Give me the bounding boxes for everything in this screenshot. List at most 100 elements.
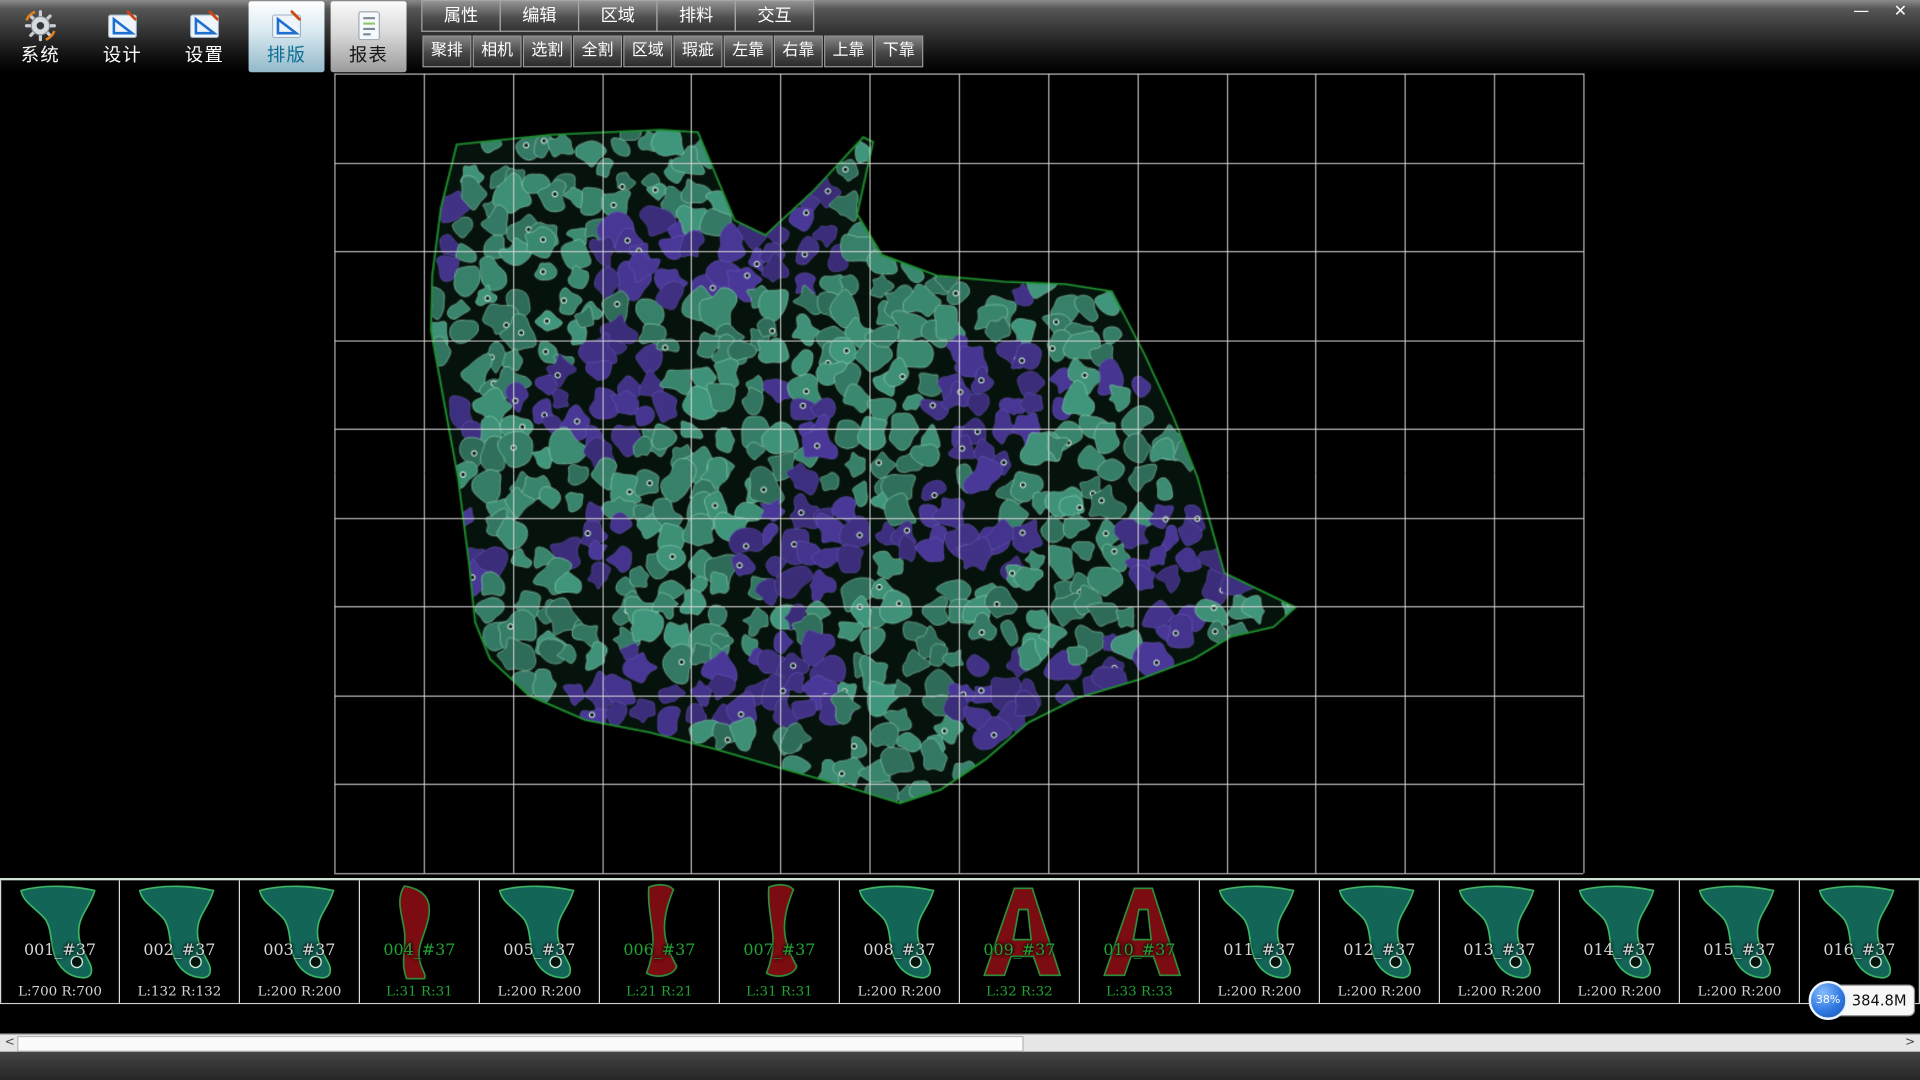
piece-counts: L:21 R:21	[600, 983, 719, 999]
thumbnail-cell[interactable]: 011_#37 L:200 R:200	[1200, 880, 1320, 1002]
piece-name: 006_#37	[600, 942, 719, 960]
thumbnail-cell[interactable]: 005_#37 L:200 R:200	[480, 880, 600, 1002]
thumbnail-cell[interactable]: 010_#37 L:33 R:33	[1080, 880, 1200, 1002]
menu-tab-排料[interactable]: 排料	[656, 0, 736, 32]
ribbon-button-报表[interactable]: 报表	[331, 1, 407, 72]
piece-name: 001_#37	[1, 942, 119, 960]
piece-counts: L:200 R:200	[240, 983, 359, 999]
ribbon-button-排版[interactable]: 排版	[249, 1, 325, 72]
tool-button-聚排[interactable]: 聚排	[422, 36, 471, 68]
piece-counts: L:200 R:200	[1560, 983, 1679, 999]
scrollbar-thumb[interactable]	[17, 1036, 1024, 1052]
piece-name: 010_#37	[1080, 942, 1199, 960]
tool-button-选割[interactable]: 选割	[523, 36, 572, 68]
tool-button-区域[interactable]: 区域	[623, 36, 672, 68]
design-ruler-icon	[105, 7, 139, 44]
thumbnail-cell[interactable]: 013_#37 L:200 R:200	[1440, 880, 1560, 1002]
gear-icon	[23, 7, 57, 44]
piece-thumbnail	[2, 882, 120, 987]
tool-button-左靠[interactable]: 左靠	[724, 36, 773, 68]
thumbnail-cell[interactable]: 012_#37 L:200 R:200	[1320, 880, 1440, 1002]
piece-counts: L:200 R:200	[840, 983, 959, 999]
thumbnail-cell[interactable]: 006_#37 L:21 R:21	[600, 880, 720, 1002]
thumbnail-strip: 001_#37 L:700 R:700 002_#37 L:132 R:132 …	[0, 878, 1920, 1004]
ribbon-button-设计[interactable]: 设计	[84, 1, 160, 72]
ribbon-button-label: 设计	[103, 44, 142, 66]
piece-name: 009_#37	[960, 942, 1079, 960]
piece-counts: L:200 R:200	[1680, 983, 1799, 999]
piece-name: 011_#37	[1200, 942, 1319, 960]
piece-thumbnail	[1321, 882, 1439, 987]
app-stage: 系统设计设置排版报表 属性编辑区域排料交互 聚排相机选割全割区域瑕疵左靠右靠上靠…	[0, 0, 1920, 1080]
piece-counts: L:200 R:200	[480, 983, 599, 999]
report-icon	[351, 7, 385, 44]
menu-tab-交互[interactable]: 交互	[735, 0, 815, 32]
piece-counts: L:200 R:200	[1320, 983, 1439, 999]
piece-name: 016_#37	[1800, 942, 1919, 960]
piece-name: 015_#37	[1680, 942, 1799, 960]
horizontal-scrollbar[interactable]: < >	[0, 1033, 1920, 1051]
thumbnail-cell[interactable]: 001_#37 L:700 R:700	[0, 880, 120, 1002]
thumbnail-cell[interactable]: 004_#37 L:31 R:31	[360, 880, 480, 1002]
scroll-right-arrow[interactable]: >	[1902, 1035, 1919, 1053]
progress-indicator: 38%	[1809, 981, 1848, 1020]
memory-value: 384.8M	[1852, 992, 1907, 1009]
ribbon-big-buttons: 系统 设计 设置 排版 报表	[2, 0, 406, 73]
ribbon-button-系统[interactable]: 系统	[2, 1, 78, 72]
thumbnail-cell[interactable]: 007_#37 L:31 R:31	[720, 880, 840, 1002]
piece-name: 012_#37	[1320, 942, 1439, 960]
tool-button-上靠[interactable]: 上靠	[824, 36, 873, 68]
menu-tab-属性[interactable]: 属性	[421, 0, 501, 32]
piece-counts: L:31 R:31	[720, 983, 839, 999]
close-button[interactable]: ✕	[1888, 1, 1912, 22]
piece-name: 002_#37	[120, 942, 239, 960]
thumbnail-cell[interactable]: 009_#37 L:32 R:32	[960, 880, 1080, 1002]
tool-button-瑕疵[interactable]: 瑕疵	[673, 36, 722, 68]
piece-thumbnail	[1441, 882, 1559, 987]
piece-thumbnail	[1561, 882, 1679, 987]
thumbnail-cell[interactable]: 015_#37 L:200 R:200	[1680, 880, 1800, 1002]
piece-thumbnail	[961, 882, 1079, 987]
top-ribbon: 系统设计设置排版报表 属性编辑区域排料交互 聚排相机选割全割区域瑕疵左靠右靠上靠…	[0, 0, 1920, 73]
thumbnail-cell[interactable]: 014_#37 L:200 R:200	[1560, 880, 1680, 1002]
piece-thumbnail	[1201, 882, 1319, 987]
piece-thumbnail	[1801, 882, 1919, 987]
tool-button-row: 聚排相机选割全割区域瑕疵左靠右靠上靠下靠	[422, 36, 923, 68]
piece-counts: L:200 R:200	[1200, 983, 1319, 999]
ribbon-button-设置[interactable]: 设置	[167, 1, 243, 72]
piece-thumbnail	[1081, 882, 1199, 987]
piece-name: 007_#37	[720, 942, 839, 960]
tool-button-右靠[interactable]: 右靠	[774, 36, 823, 68]
app-window: 系统设计设置排版报表 属性编辑区域排料交互 聚排相机选割全割区域瑕疵左靠右靠上靠…	[0, 0, 1920, 1080]
status-bar	[0, 1052, 1920, 1080]
tool-button-下靠[interactable]: 下靠	[874, 36, 923, 68]
thumbnail-cell[interactable]: 002_#37 L:132 R:132	[120, 880, 240, 1002]
ribbon-button-label: 排版	[267, 44, 306, 66]
piece-counts: L:132 R:132	[120, 983, 239, 999]
piece-name: 005_#37	[480, 942, 599, 960]
piece-name: 008_#37	[840, 942, 959, 960]
piece-thumbnail	[601, 882, 719, 987]
tool-button-相机[interactable]: 相机	[473, 36, 522, 68]
piece-counts: L:31 R:31	[360, 983, 479, 999]
ribbon-button-label: 设置	[185, 44, 224, 66]
piece-name: 013_#37	[1440, 942, 1559, 960]
piece-counts: L:32 R:32	[960, 983, 1079, 999]
minimize-button[interactable]: —	[1849, 1, 1873, 22]
scroll-left-arrow[interactable]: <	[1, 1035, 18, 1053]
piece-counts: L:700 R:700	[1, 983, 119, 999]
nesting-canvas[interactable]	[0, 73, 1920, 877]
settings-ruler-icon	[187, 7, 221, 44]
ribbon-button-label: 系统	[21, 44, 60, 66]
menu-tab-区域[interactable]: 区域	[578, 0, 658, 32]
piece-name: 003_#37	[240, 942, 359, 960]
thumbnail-cell[interactable]: 008_#37 L:200 R:200	[840, 880, 960, 1002]
ribbon-button-label: 报表	[349, 44, 388, 66]
tool-button-全割[interactable]: 全割	[573, 36, 622, 68]
menu-tab-row: 属性编辑区域排料交互	[422, 0, 814, 32]
menu-tab-编辑[interactable]: 编辑	[500, 0, 580, 32]
piece-thumbnail	[481, 882, 599, 987]
thumbnail-cell[interactable]: 003_#37 L:200 R:200	[240, 880, 360, 1002]
piece-thumbnail	[361, 882, 479, 987]
piece-name: 014_#37	[1560, 942, 1679, 960]
